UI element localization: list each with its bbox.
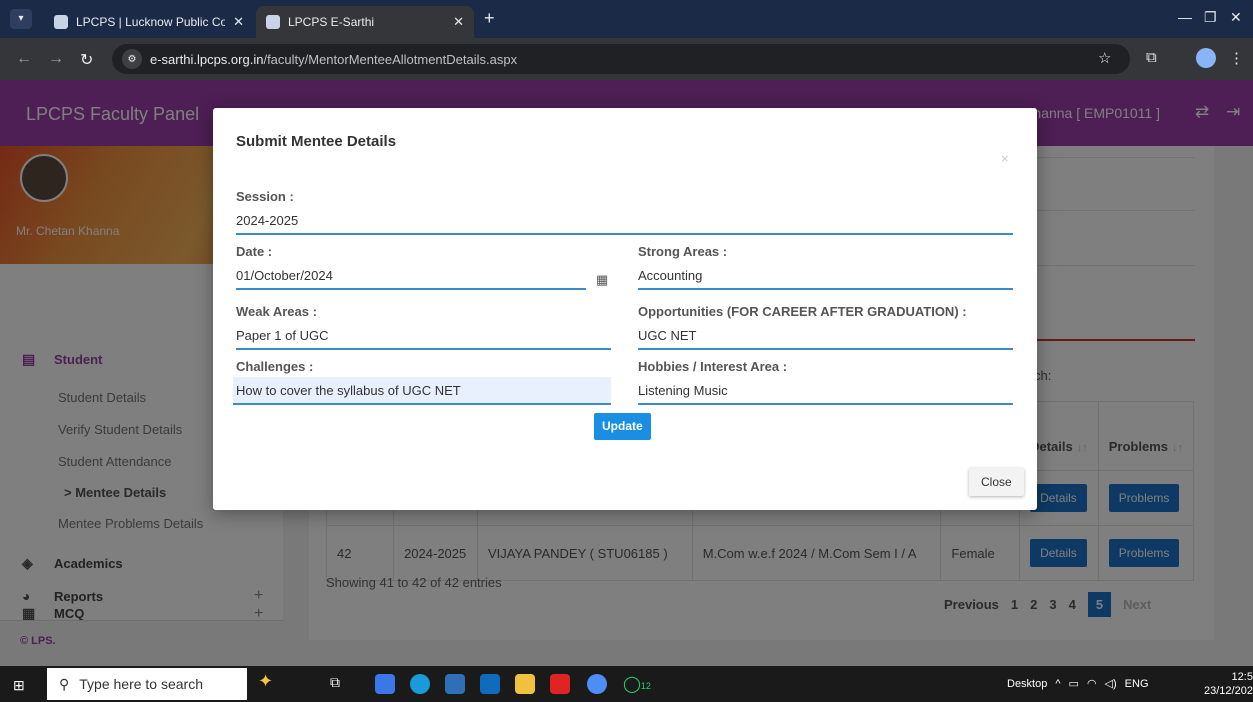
url-host: e-sarthi.lpcps.org.in bbox=[150, 51, 264, 67]
browser-menu-icon[interactable]: ⋮ bbox=[1229, 49, 1244, 67]
search-placeholder: Type here to search bbox=[79, 676, 204, 692]
close-button[interactable]: Close bbox=[969, 468, 1024, 496]
calendar-icon[interactable]: ▦ bbox=[596, 272, 608, 288]
search-icon: ⚲ bbox=[59, 675, 70, 692]
hobbies-field[interactable]: Listening Music bbox=[638, 377, 1013, 405]
browser-tab-bar: ▾ LPCPS | Lucknow Public College ✕ LPCPS… bbox=[0, 0, 1253, 38]
challenges-field[interactable]: How to cover the syllabus of UGC NET bbox=[233, 377, 611, 405]
close-tab-icon[interactable]: ✕ bbox=[233, 14, 244, 30]
volume-icon[interactable]: ◁) bbox=[1105, 677, 1117, 690]
close-icon[interactable]: × bbox=[1001, 151, 1009, 166]
wifi-icon[interactable]: ◠ bbox=[1087, 677, 1097, 690]
date-field[interactable]: 01/October/2024 bbox=[236, 262, 586, 290]
update-button[interactable]: Update bbox=[594, 413, 651, 440]
opportunities-field[interactable]: UGC NET bbox=[638, 322, 1013, 350]
site-info-icon[interactable]: ⚙ bbox=[122, 49, 142, 69]
session-label: Session : bbox=[236, 189, 294, 204]
store-icon[interactable] bbox=[445, 674, 465, 694]
favicon-icon bbox=[54, 15, 68, 29]
youtube-icon[interactable] bbox=[550, 674, 570, 694]
app-icon[interactable] bbox=[375, 674, 395, 694]
browser-tab-lpcps[interactable]: LPCPS | Lucknow Public College ✕ bbox=[44, 6, 254, 38]
browser-tab-esarthi[interactable]: LPCPS E-Sarthi ✕ bbox=[256, 6, 474, 38]
file-explorer-icon[interactable] bbox=[515, 674, 535, 694]
minimize-icon[interactable]: — bbox=[1178, 9, 1192, 25]
tab-title: LPCPS E-Sarthi bbox=[288, 15, 375, 29]
windows-start-icon[interactable]: ⊞ bbox=[13, 677, 25, 694]
whatsapp-icon[interactable]: ◯12 bbox=[623, 674, 651, 694]
submit-mentee-modal: Submit Mentee Details × Session : 2024-2… bbox=[213, 108, 1037, 510]
weak-areas-field[interactable]: Paper 1 of UGC bbox=[236, 322, 611, 350]
hobbies-label: Hobbies / Interest Area : bbox=[638, 359, 788, 374]
language-indicator[interactable]: ENG bbox=[1125, 678, 1149, 690]
clock-time: 12:57 bbox=[1231, 671, 1253, 683]
clock[interactable]: 12:57 23/12/2025 bbox=[1204, 670, 1253, 698]
strong-areas-field[interactable]: Accounting bbox=[638, 262, 1013, 290]
forward-icon[interactable]: → bbox=[48, 50, 64, 68]
sparkle-icon[interactable]: ✦ bbox=[258, 671, 278, 691]
weak-areas-label: Weak Areas : bbox=[236, 304, 317, 319]
tab-search-button[interactable]: ▾ bbox=[10, 9, 32, 29]
edge-icon[interactable] bbox=[410, 674, 430, 694]
window-close-icon[interactable]: ✕ bbox=[1230, 9, 1242, 26]
close-tab-icon[interactable]: ✕ bbox=[453, 14, 464, 30]
url-path: /faculty/MentorMenteeAllotmentDetails.as… bbox=[263, 51, 518, 67]
profile-avatar[interactable] bbox=[1196, 48, 1216, 68]
whatsapp-badge: 12 bbox=[640, 681, 651, 691]
chrome-icon[interactable] bbox=[587, 674, 607, 694]
modal-title: Submit Mentee Details bbox=[236, 133, 397, 150]
new-tab-icon[interactable]: + bbox=[484, 8, 495, 29]
taskbar-search[interactable]: ⚲ Type here to search bbox=[47, 668, 247, 700]
clock-date: 23/12/2025 bbox=[1204, 685, 1253, 697]
session-field[interactable]: 2024-2025 bbox=[236, 207, 1013, 235]
bookmark-star-icon[interactable]: ☆ bbox=[1098, 49, 1111, 67]
windows-taskbar: ⊞ ⚲ Type here to search ✦ ⧉ ◯12 Desktop … bbox=[0, 666, 1253, 702]
network-icon[interactable]: ▭ bbox=[1069, 677, 1079, 690]
task-view-icon[interactable]: ⧉ bbox=[330, 674, 350, 694]
outlook-icon[interactable] bbox=[480, 674, 500, 694]
browser-toolbar: ← → ↻ ⚙ e-sarthi.lpcps.org.in /faculty/M… bbox=[0, 38, 1253, 80]
back-icon[interactable]: ← bbox=[16, 50, 32, 68]
tab-title: LPCPS | Lucknow Public College bbox=[76, 15, 226, 29]
date-label: Date : bbox=[236, 244, 273, 259]
opportunities-label: Opportunities (FOR CAREER AFTER GRADUATI… bbox=[638, 304, 967, 319]
reload-icon[interactable]: ↻ bbox=[80, 50, 93, 70]
favicon-icon bbox=[266, 15, 280, 29]
chevron-up-icon[interactable]: ^ bbox=[1055, 678, 1060, 690]
challenges-label: Challenges : bbox=[236, 359, 314, 374]
strong-areas-label: Strong Areas : bbox=[638, 244, 728, 259]
address-bar[interactable]: ⚙ e-sarthi.lpcps.org.in /faculty/MentorM… bbox=[112, 44, 1130, 74]
extensions-icon[interactable]: ⧉ bbox=[1146, 49, 1157, 66]
desktop-toolbar[interactable]: Desktop bbox=[1007, 678, 1047, 690]
restore-icon[interactable]: ❐ bbox=[1204, 9, 1217, 26]
system-tray: Desktop ^ ▭ ◠ ◁) ENG bbox=[1007, 677, 1157, 691]
